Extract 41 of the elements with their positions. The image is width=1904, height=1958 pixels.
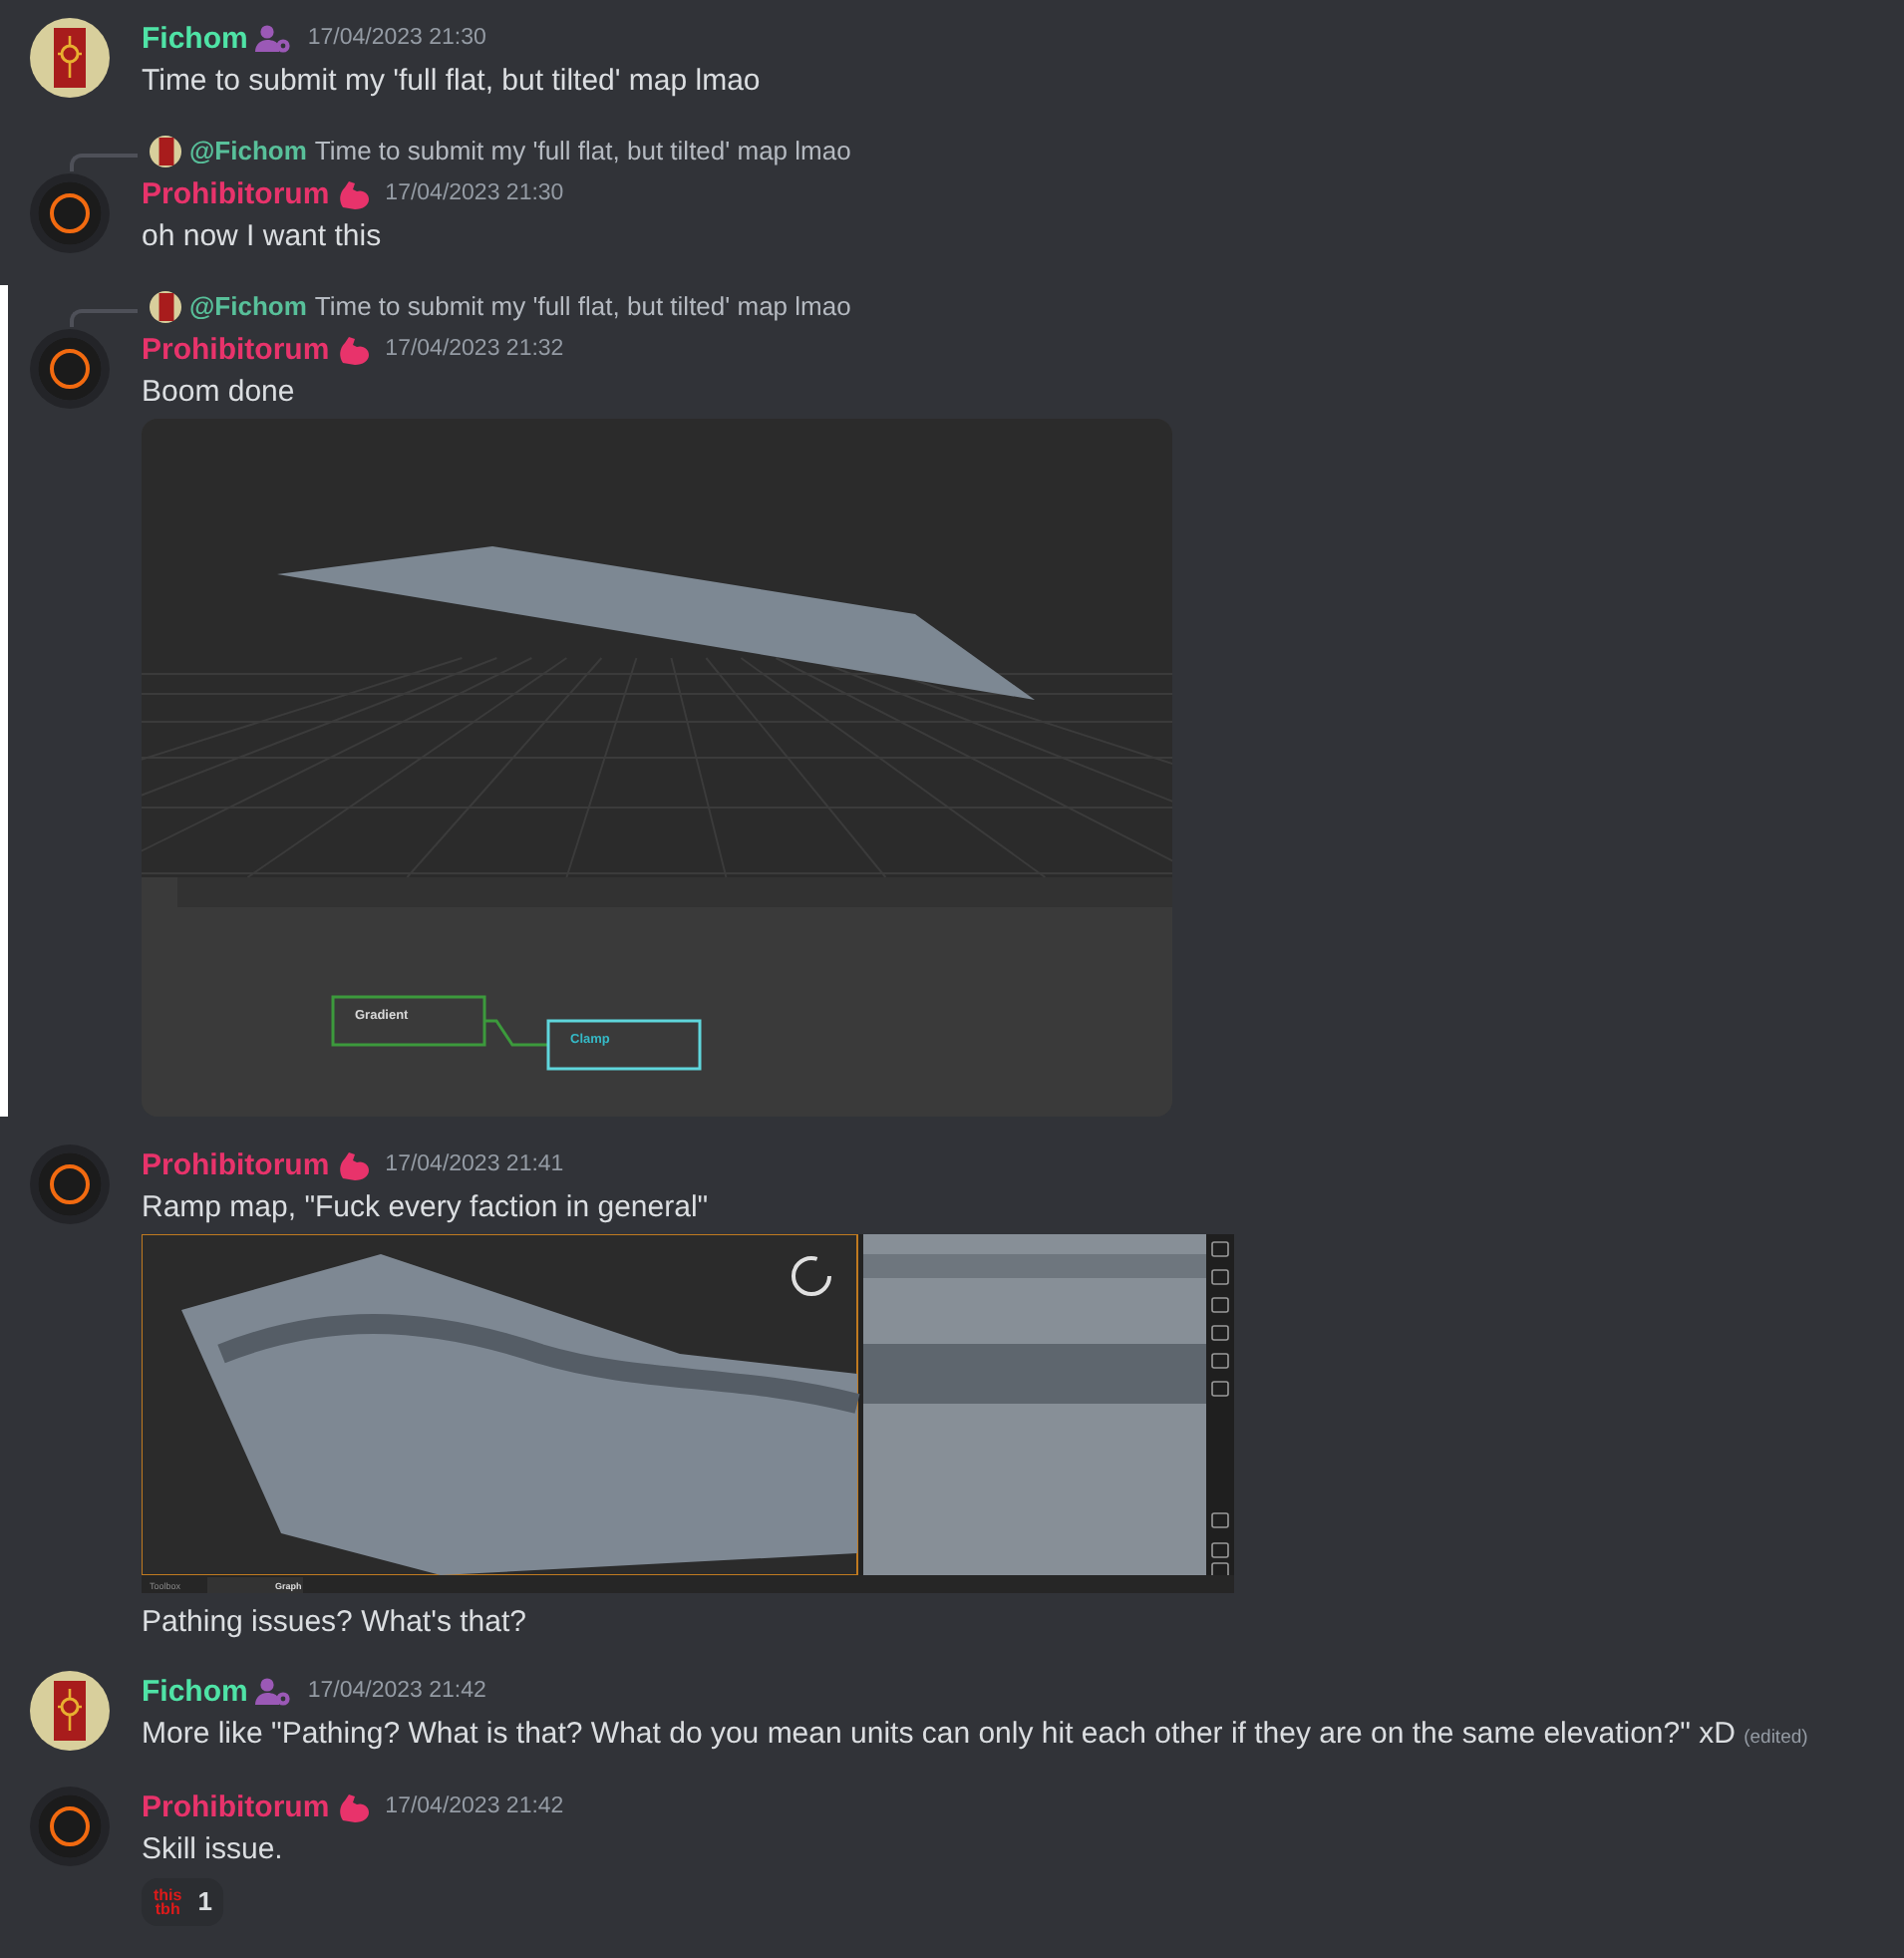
reply-connector (70, 308, 138, 326)
avatar[interactable] (30, 173, 110, 253)
timestamp: 17/04/2023 21:32 (385, 335, 564, 365)
timestamp: 17/04/2023 21:41 (385, 1150, 564, 1180)
author-name[interactable]: Fichom (142, 1671, 248, 1713)
node-connector (484, 1019, 548, 1047)
message-text: Boom done (142, 375, 295, 409)
avatar[interactable] (150, 291, 181, 323)
message-text: Pathing issues? What's that? (142, 1605, 526, 1639)
message-text: Time to submit my 'full flat, but tilted' map lmao (142, 64, 761, 98)
avatar[interactable] (30, 1787, 110, 1866)
reply-preview[interactable]: Time to submit my 'full flat, but tilted' map lmao (314, 287, 851, 327)
moderator-icon (255, 24, 292, 54)
flexed-arm-icon (337, 335, 370, 365)
timestamp: 17/04/2023 21:30 (385, 179, 564, 209)
reply-preview[interactable]: Time to submit my 'full flat, but tilted' map lmao (314, 132, 851, 171)
author-name[interactable]: Fichom (142, 18, 248, 60)
message-text: Ramp map, "Fuck every faction in general" (142, 1190, 709, 1224)
loading-icon (792, 1256, 831, 1296)
flexed-arm-icon (337, 1793, 370, 1822)
avatar[interactable] (30, 1144, 110, 1224)
message-text: More like "Pathing? What is that? What do you mean units can only hit each other if they are on the same elevation?" xD (142, 1717, 1736, 1751)
avatar[interactable] (150, 136, 181, 167)
reply-mention[interactable]: @Fichom (189, 132, 307, 171)
timestamp: 17/04/2023 21:42 (385, 1793, 564, 1822)
banner-icon (52, 1681, 88, 1741)
message-text: oh now I want this (142, 219, 382, 253)
flexed-arm-icon (337, 179, 370, 209)
avatar[interactable] (30, 18, 110, 98)
emoji-icon: this tbh (154, 1888, 182, 1916)
timestamp: 17/04/2023 21:30 (307, 24, 486, 54)
timestamp: 17/04/2023 21:42 (307, 1677, 486, 1707)
reply-connector (70, 153, 138, 170)
moderator-icon (255, 1677, 292, 1707)
message-text: Skill issue. (142, 1832, 283, 1866)
reply-mention[interactable]: @Fichom (189, 287, 307, 327)
avatar[interactable] (30, 329, 110, 409)
avatar[interactable] (30, 1671, 110, 1751)
banner-icon (52, 28, 88, 88)
flexed-arm-icon (337, 1150, 370, 1180)
edited-label: (edited) (1744, 1727, 1808, 1749)
